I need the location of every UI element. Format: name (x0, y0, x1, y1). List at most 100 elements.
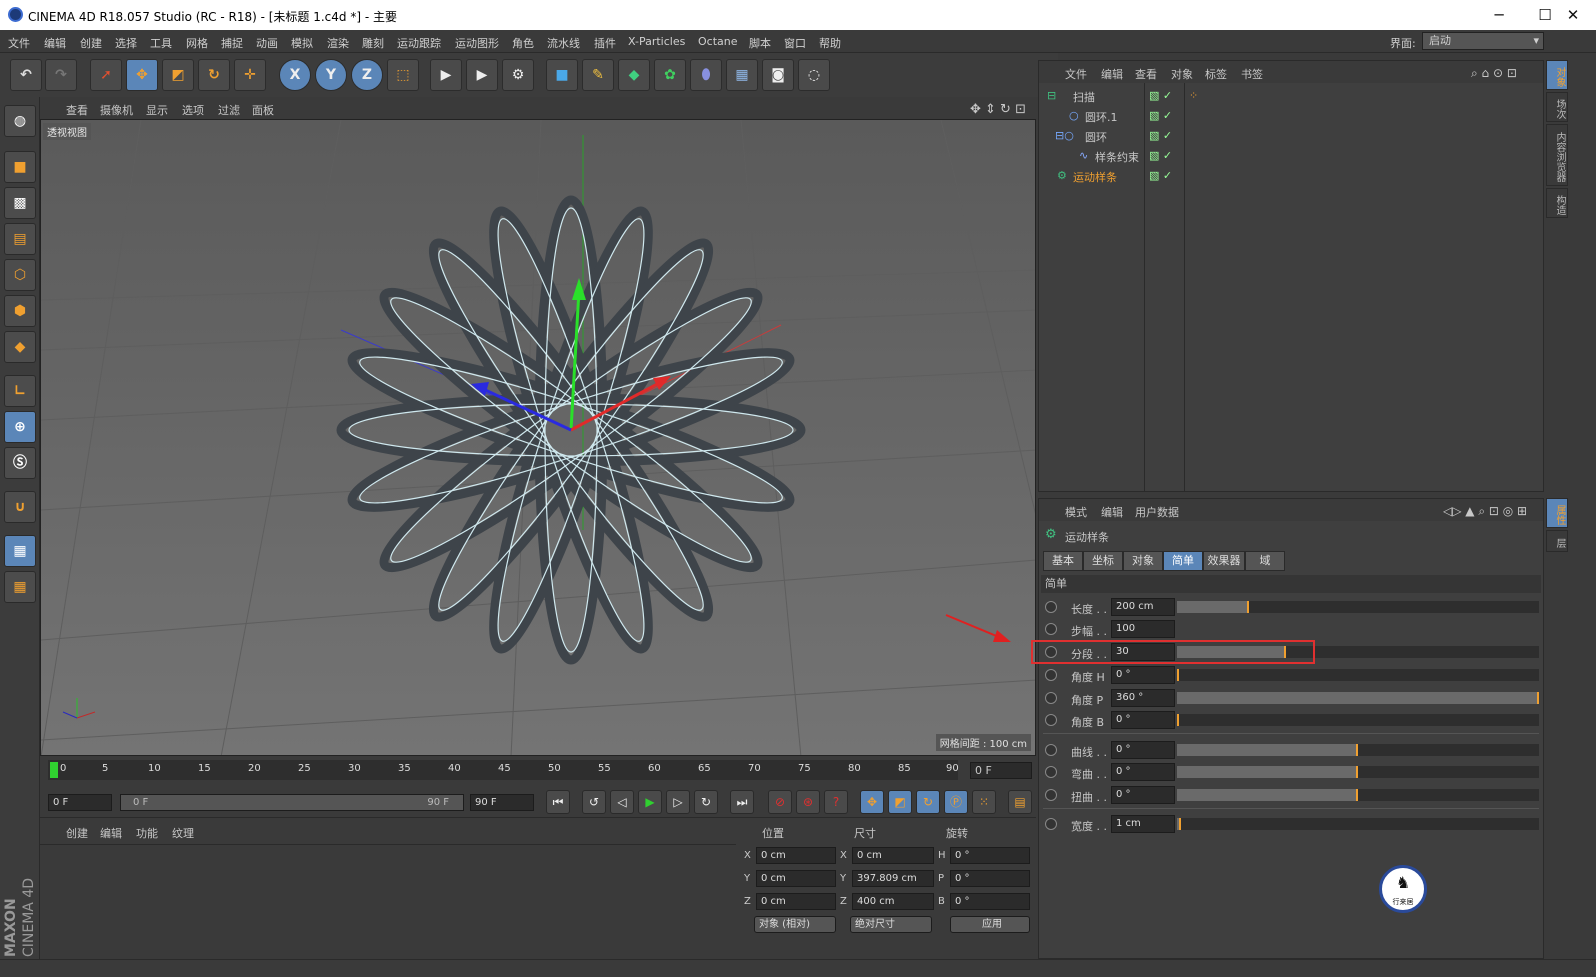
length-field[interactable]: 200 cm (1111, 598, 1175, 616)
size-z-field[interactable]: 400 cm (852, 893, 934, 910)
position-z-field[interactable]: 0 cm (756, 893, 836, 910)
menu-window[interactable]: 窗口 (784, 35, 806, 51)
param-row[interactable]: 弯曲 . . 0 ° (1041, 762, 1541, 782)
tab-simple[interactable]: 简单 (1163, 551, 1203, 571)
perspective-viewport[interactable]: 透视视图 网格间距 : 100 cm (40, 119, 1036, 756)
angle-b-slider[interactable] (1177, 714, 1539, 726)
object-row[interactable]: ○ 圆环.1 ▧ ✓ (1039, 105, 1543, 125)
am-menu-mode[interactable]: 模式 (1065, 504, 1087, 520)
param-row[interactable]: 长度 . . 200 cm (1041, 597, 1541, 617)
light-icon[interactable]: ◌ (798, 59, 830, 91)
key-parameter-icon[interactable]: Ⓟ (944, 790, 968, 814)
animate-toggle[interactable] (1045, 623, 1057, 635)
coordinate-system-icon[interactable]: ⬚ (387, 59, 419, 91)
param-row[interactable]: 曲线 . . 0 ° (1041, 740, 1541, 760)
visibility-check-icon[interactable]: ▧ ✓ (1149, 129, 1172, 142)
am-menu-user-data[interactable]: 用户数据 (1135, 504, 1179, 520)
length-slider[interactable] (1177, 601, 1539, 613)
menu-mograph[interactable]: 运动图形 (455, 35, 499, 51)
tab-basic[interactable]: 基本 (1043, 551, 1083, 571)
twist-slider[interactable] (1177, 789, 1539, 801)
animate-toggle[interactable] (1045, 601, 1057, 613)
menu-snap[interactable]: 捕捉 (221, 35, 243, 51)
animate-toggle[interactable] (1045, 789, 1057, 801)
preview-range-slider[interactable]: 0 F 90 F (120, 794, 464, 811)
axis-mode-icon[interactable]: ∟ (4, 375, 36, 407)
viewport-nav-icons[interactable]: ✥ ⇕ ↻ ⊡ (970, 102, 1026, 117)
param-row[interactable]: 扭曲 . . 0 ° (1041, 785, 1541, 805)
snap-magnet-icon[interactable]: ∪ (4, 491, 36, 523)
apply-button[interactable]: 应用 (950, 916, 1030, 933)
next-key-icon[interactable]: ↻ (694, 790, 718, 814)
axis-z-button[interactable]: Z (351, 59, 383, 91)
key-scale-icon[interactable]: ◩ (888, 790, 912, 814)
visibility-check-icon[interactable]: ▧ ✓ (1149, 169, 1172, 182)
object-row-selected[interactable]: ⚙ 运动样条 ▧ ✓ (1039, 165, 1543, 185)
mat-menu-edit[interactable]: 编辑 (100, 825, 122, 841)
animate-toggle[interactable] (1045, 766, 1057, 778)
side-tab-structure[interactable]: 构造 (1546, 188, 1568, 218)
previous-frame-icon[interactable]: ◁ (610, 790, 634, 814)
menu-animate[interactable]: 动画 (256, 35, 278, 51)
layout-dropdown[interactable]: 启动 ▾ (1422, 32, 1544, 50)
tab-coordinates[interactable]: 坐标 (1083, 551, 1123, 571)
end-frame-field[interactable]: 90 F (470, 794, 534, 811)
move-icon[interactable]: ✥ (126, 59, 158, 91)
menu-x-particles[interactable]: X-Particles (628, 35, 685, 48)
subdivision-icon[interactable]: ◆ (618, 59, 650, 91)
go-to-start-icon[interactable]: ⏮ (546, 790, 570, 814)
record-keys-icon[interactable]: ⊘ (768, 790, 792, 814)
param-row[interactable]: 宽度 . . 1 cm (1041, 814, 1541, 834)
menu-select[interactable]: 选择 (115, 35, 137, 51)
last-tool-icon[interactable]: ✛ (234, 59, 266, 91)
width-slider[interactable] (1177, 818, 1539, 830)
menu-script[interactable]: 脚本 (749, 35, 771, 51)
object-row[interactable]: ⊟ 扫描 ▧ ✓ ⁘ (1039, 85, 1543, 105)
tab-fields[interactable]: 域 (1245, 551, 1285, 571)
object-row[interactable]: ∿ 样条约束 ▧ ✓ (1039, 145, 1543, 165)
menu-create[interactable]: 创建 (80, 35, 102, 51)
key-rotation-icon[interactable]: ↻ (916, 790, 940, 814)
side-tab-objects[interactable]: 对象 (1546, 60, 1568, 90)
rotation-h-field[interactable]: 0 ° (950, 847, 1030, 864)
go-to-end-icon[interactable]: ⏭ (730, 790, 754, 814)
param-row[interactable]: 角度 B 0 ° (1041, 710, 1541, 730)
param-row[interactable]: 角度 P 360 ° (1041, 688, 1541, 708)
key-help-icon[interactable]: ? (824, 790, 848, 814)
vp-menu-panel[interactable]: 面板 (252, 102, 274, 118)
tag-icon[interactable]: ⁘ (1189, 89, 1198, 102)
points-mode-icon[interactable]: ⬡ (4, 259, 36, 291)
animate-toggle[interactable] (1045, 714, 1057, 726)
camera-icon[interactable]: ◙ (762, 59, 794, 91)
am-menu-edit[interactable]: 编辑 (1101, 504, 1123, 520)
undo-icon[interactable]: ↶ (10, 59, 42, 91)
angle-h-slider[interactable] (1177, 669, 1539, 681)
vp-menu-view[interactable]: 查看 (66, 102, 88, 118)
om-menu-edit[interactable]: 编辑 (1101, 66, 1123, 82)
play-icon[interactable]: ▶ (638, 790, 662, 814)
angle-b-field[interactable]: 0 ° (1111, 711, 1175, 729)
axis-x-button[interactable]: X (279, 59, 311, 91)
menu-octane[interactable]: Octane (698, 35, 738, 48)
render-settings-icon[interactable]: ⚙ (502, 59, 534, 91)
menu-help[interactable]: 帮助 (819, 35, 841, 51)
param-row[interactable]: 步幅 . . . 100 (1041, 619, 1541, 639)
cube-icon[interactable]: ■ (546, 59, 578, 91)
object-row[interactable]: ⊟○ 圆环 ▧ ✓ (1039, 125, 1543, 145)
render-picture-viewer-icon[interactable]: ▶ (466, 59, 498, 91)
bend-field[interactable]: 0 ° (1111, 763, 1175, 781)
side-tab-layers[interactable]: 层 (1546, 530, 1568, 552)
mat-menu-texture[interactable]: 纹理 (172, 825, 194, 841)
position-y-field[interactable]: 0 cm (756, 870, 836, 887)
tab-object[interactable]: 对象 (1123, 551, 1163, 571)
solo-icon[interactable]: Ⓢ (4, 447, 36, 479)
om-menu-bookmarks[interactable]: 书签 (1241, 66, 1263, 82)
vp-menu-options[interactable]: 选项 (182, 102, 204, 118)
angle-p-slider[interactable] (1177, 692, 1539, 704)
redo-icon[interactable]: ↷ (45, 59, 77, 91)
side-tab-attributes[interactable]: 属性 (1546, 498, 1568, 528)
om-menu-file[interactable]: 文件 (1065, 66, 1087, 82)
previous-key-icon[interactable]: ↺ (582, 790, 606, 814)
pen-icon[interactable]: ✎ (582, 59, 614, 91)
menu-file[interactable]: 文件 (8, 35, 30, 51)
